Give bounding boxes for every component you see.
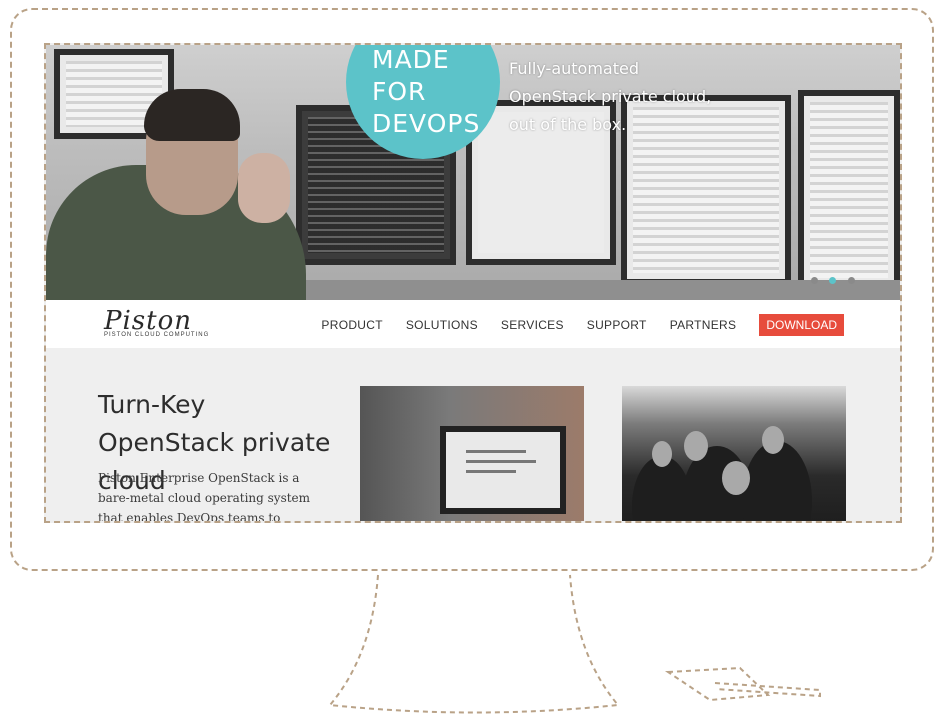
monitor-stand-outline	[328, 574, 821, 714]
